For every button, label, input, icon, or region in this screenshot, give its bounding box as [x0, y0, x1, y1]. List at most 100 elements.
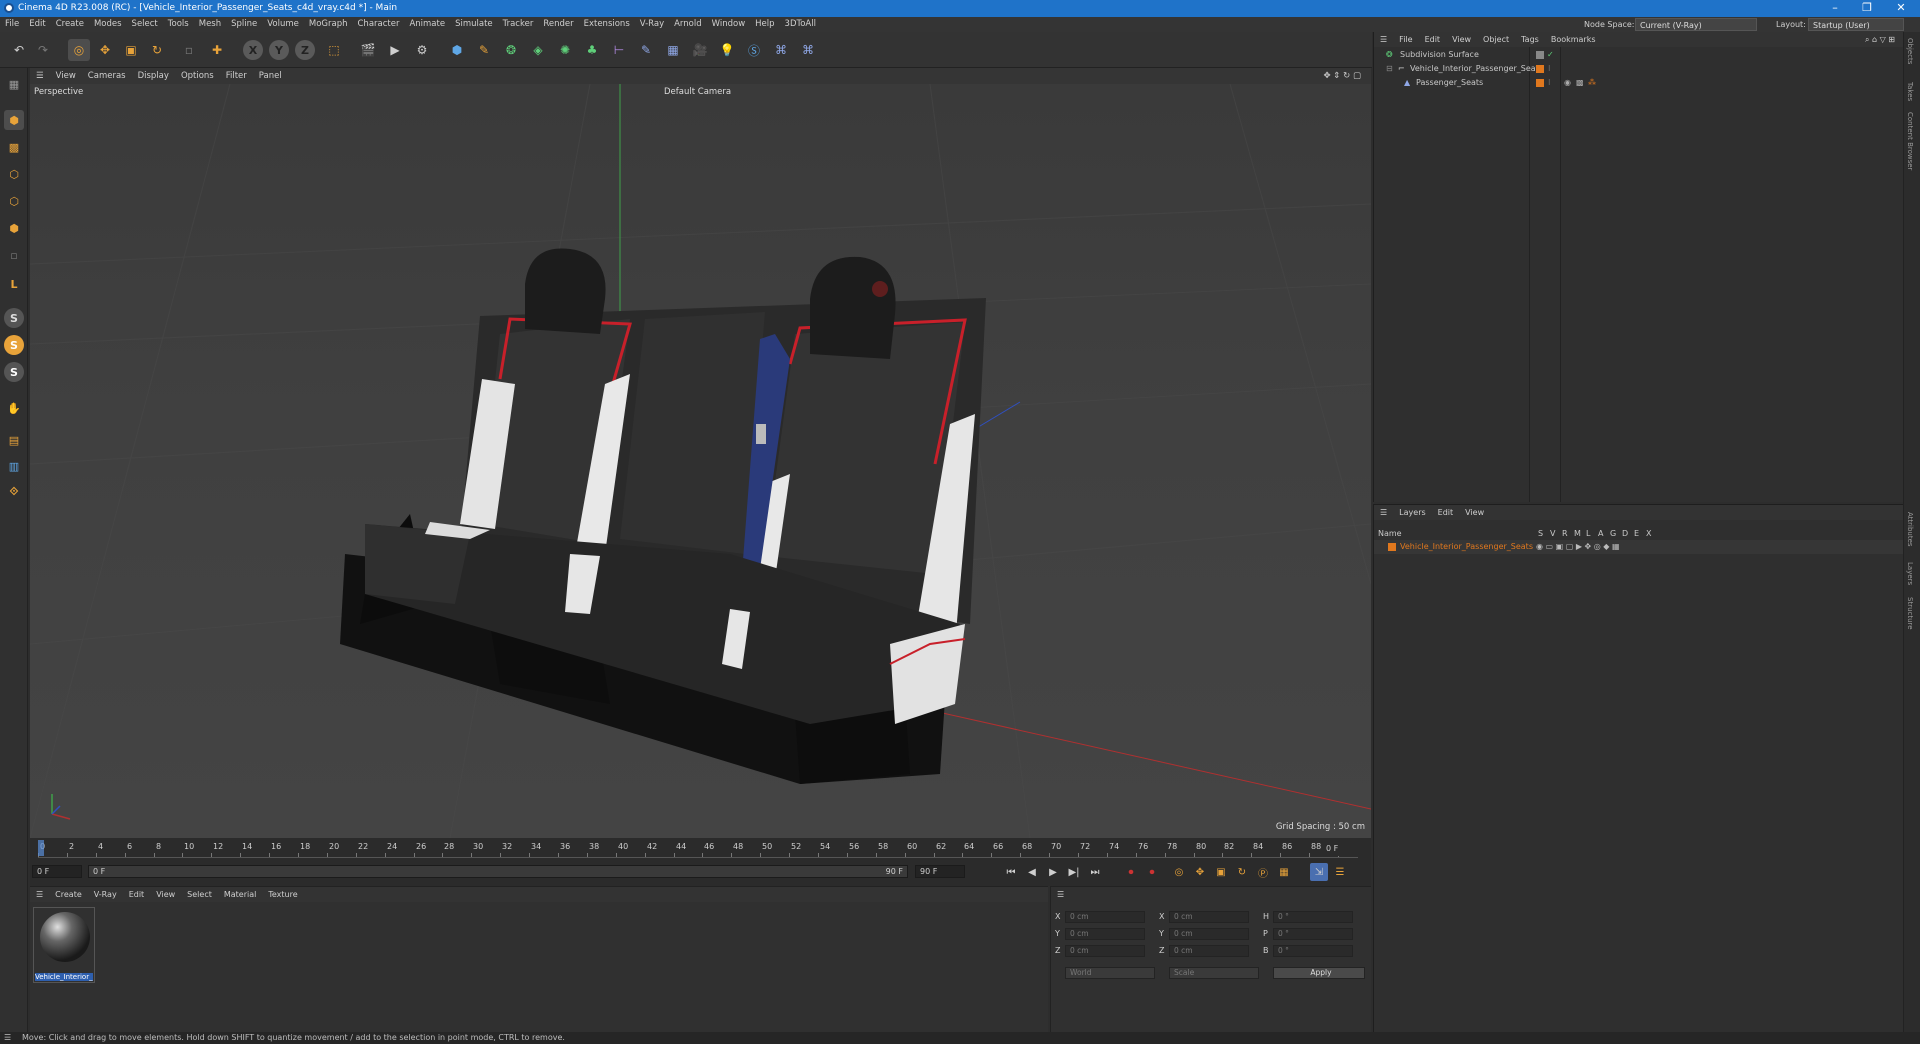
render-settings-icon[interactable]: ⚙ — [411, 39, 433, 61]
pos-z-field[interactable]: 0 cm — [1065, 945, 1145, 957]
python-icon[interactable]: ⌘ — [770, 39, 792, 61]
object-menu-edit[interactable]: Edit — [1419, 32, 1447, 47]
viewport-menu-display[interactable]: Display — [132, 68, 175, 84]
menu-tracker[interactable]: Tracker — [498, 17, 539, 32]
pen-spline-icon[interactable]: ✎ — [473, 39, 495, 61]
tab-structure[interactable]: Structure — [1906, 597, 1914, 630]
viewport-menu-view[interactable]: View — [50, 68, 82, 84]
sculpt-icon[interactable]: ▤ — [4, 430, 24, 450]
pos-y-field[interactable]: 0 cm — [1065, 928, 1145, 940]
menu-select[interactable]: Select — [127, 17, 163, 32]
extrude-icon[interactable]: ◈ — [527, 39, 549, 61]
floor-icon[interactable]: ▦ — [662, 39, 684, 61]
rot-h-field[interactable]: 0 ° — [1273, 911, 1353, 923]
autokey-icon[interactable]: ⏺ — [1143, 863, 1161, 881]
soft-selection-icon[interactable]: ✋ — [4, 398, 24, 418]
selection-tag-icon[interactable]: ⁂ — [1588, 76, 1596, 90]
rot-p-field[interactable]: 0 ° — [1273, 928, 1353, 940]
material-menu-icon[interactable]: ☰ — [30, 887, 49, 902]
menu-help[interactable]: Help — [750, 17, 779, 32]
material-menu-view[interactable]: View — [150, 887, 181, 902]
scheme-icon[interactable]: ☰ — [1331, 863, 1349, 881]
material-menu-create[interactable]: Create — [49, 887, 88, 902]
material-menu-edit[interactable]: Edit — [123, 887, 151, 902]
layout-dropdown[interactable]: Startup (User) — [1808, 18, 1904, 31]
go-to-end-icon[interactable]: ⏭ — [1086, 863, 1104, 881]
layer-color-swatch[interactable] — [1388, 543, 1396, 551]
layer-flag-icons[interactable]: ◉ ▭ ▣ ▢ ▶ ✥ ◎ ◆ ▦ — [1536, 540, 1620, 554]
material-tag-icon[interactable]: ◉ — [1564, 76, 1571, 90]
light-icon[interactable]: 💡 — [716, 39, 738, 61]
menu-render[interactable]: Render — [538, 17, 578, 32]
go-to-start-icon[interactable]: ⏮ — [1002, 863, 1020, 881]
tab-content-browser[interactable]: Content Browser — [1906, 112, 1914, 170]
object-menu-icon[interactable]: ☰ — [1374, 32, 1393, 47]
coordinate-system-icon[interactable]: ⬚ — [323, 39, 345, 61]
size-z-field[interactable]: 0 cm — [1169, 945, 1249, 957]
keyframe-selection-icon[interactable]: ◎ — [1170, 863, 1188, 881]
close-icon[interactable]: ✕ — [1886, 0, 1916, 17]
frame-range-slider[interactable]: 0 F 90 F — [88, 865, 908, 878]
node-space-dropdown[interactable]: Current (V-Ray) — [1635, 18, 1757, 31]
snap-move-icon[interactable]: ✚ — [206, 39, 228, 61]
layer-menu-edit[interactable]: Edit — [1432, 505, 1460, 520]
layer-menu-layers[interactable]: Layers — [1393, 505, 1431, 520]
z-axis-lock-button[interactable]: Z — [295, 40, 315, 60]
script-icon[interactable]: ⌘ — [797, 39, 819, 61]
coordinates-menu-icon[interactable]: ☰ — [1057, 890, 1064, 899]
menu-extensions[interactable]: Extensions — [579, 17, 635, 32]
edges-mode-icon[interactable]: ⬡ — [4, 191, 24, 211]
deformer-icon[interactable]: ⊢ — [608, 39, 630, 61]
texture-mode-icon[interactable]: ▩ — [4, 137, 24, 157]
snap-enable-button[interactable]: S — [4, 335, 24, 355]
viewport-nav-icons[interactable]: ✥ ⇕ ↻ ▢ — [1317, 68, 1367, 84]
menu-vray[interactable]: V-Ray — [635, 17, 669, 32]
tab-layers[interactable]: Layers — [1906, 562, 1914, 585]
object-menu-file[interactable]: File — [1393, 32, 1418, 47]
points-mode-icon[interactable]: ⬡ — [4, 164, 24, 184]
record-icon[interactable]: ⏺ — [1122, 863, 1140, 881]
viewport-menu-cameras[interactable]: Cameras — [82, 68, 132, 84]
menu-volume[interactable]: Volume — [262, 17, 304, 32]
menu-simulate[interactable]: Simulate — [450, 17, 498, 32]
polygons-mode-icon[interactable]: ⬢ — [4, 218, 24, 238]
uvw-mode-icon[interactable]: ▫ — [4, 245, 24, 265]
menu-modes[interactable]: Modes — [89, 17, 127, 32]
layer-menu-icon[interactable]: ☰ — [1374, 505, 1393, 520]
quantize-button[interactable]: S — [4, 362, 24, 382]
timeline-ruler[interactable]: 0246810121416182022242628303234363840424… — [38, 840, 1358, 858]
model-mode-icon[interactable]: ⬢ — [4, 110, 24, 130]
recent-tool-icon[interactable]: ▫ — [178, 39, 200, 61]
key-pla-icon[interactable]: ▦ — [1275, 863, 1293, 881]
coord-scale-dropdown[interactable]: Scale — [1169, 967, 1259, 979]
tab-objects[interactable]: Objects — [1906, 38, 1914, 64]
vray-icon[interactable]: Ⓢ — [743, 39, 765, 61]
cloner-icon[interactable]: ✺ — [554, 39, 576, 61]
start-frame-field[interactable]: 0 F — [32, 865, 82, 878]
cube-primitive-icon[interactable]: ⬢ — [446, 39, 468, 61]
mograph-effector-icon[interactable]: ♣ — [581, 39, 603, 61]
paint-icon[interactable]: ▥ — [4, 456, 24, 476]
layer-name[interactable]: Vehicle_Interior_Passenger_Seats — [1400, 540, 1533, 554]
menu-spline[interactable]: Spline — [226, 17, 262, 32]
menu-create[interactable]: Create — [51, 17, 89, 32]
menu-mograph[interactable]: MoGraph — [304, 17, 353, 32]
previous-frame-icon[interactable]: ◀ — [1023, 863, 1041, 881]
object-menu-object[interactable]: Object — [1477, 32, 1515, 47]
layer-menu-view[interactable]: View — [1459, 505, 1490, 520]
restore-icon[interactable]: ❐ — [1852, 0, 1882, 17]
minimize-icon[interactable]: – — [1820, 0, 1850, 17]
redo-icon[interactable]: ↷ — [32, 39, 54, 61]
menu-tools[interactable]: Tools — [163, 17, 194, 32]
layers-icon[interactable]: ⟐ — [4, 482, 24, 502]
viewport-menu-filter[interactable]: Filter — [220, 68, 253, 84]
rot-b-field[interactable]: 0 ° — [1273, 945, 1353, 957]
enabled-check-icon[interactable]: ✓ — [1547, 48, 1554, 62]
key-scale-icon[interactable]: ▣ — [1212, 863, 1230, 881]
uvw-tag-icon[interactable]: ▩ — [1576, 76, 1584, 90]
move-tool-icon[interactable]: ✥ — [94, 39, 116, 61]
coord-mode-dropdown[interactable]: World — [1065, 967, 1155, 979]
workplane-icon[interactable]: L — [4, 274, 24, 294]
field-icon[interactable]: ✎ — [635, 39, 657, 61]
x-axis-lock-button[interactable]: X — [243, 40, 263, 60]
